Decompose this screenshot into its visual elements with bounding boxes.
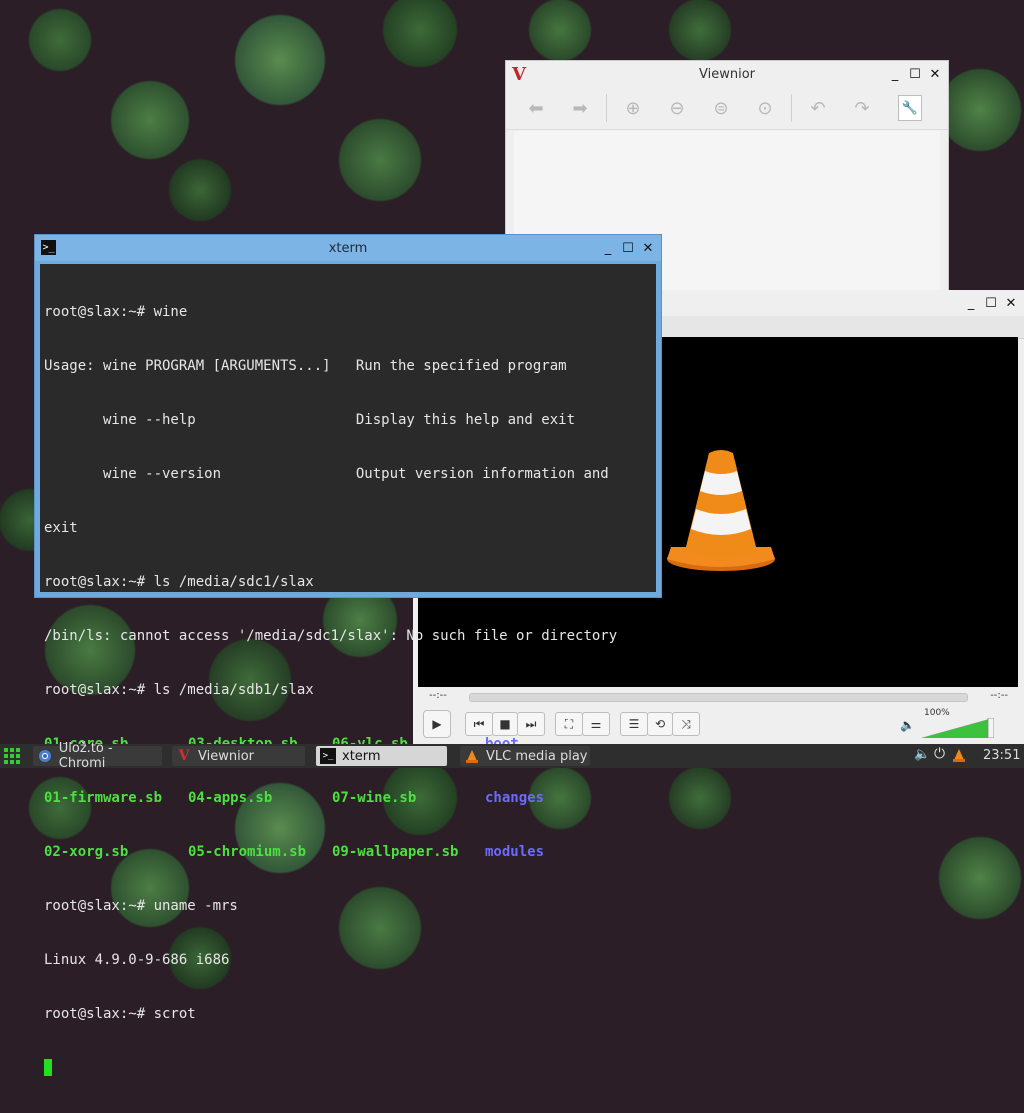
maximize-button[interactable]: ☐ — [984, 296, 998, 311]
terminal-line: exit — [44, 520, 78, 536]
ls-file: 02-xorg.sb — [44, 844, 129, 860]
ls-file: 04-apps.sb — [188, 790, 273, 806]
properties-icon[interactable]: 🔧 — [898, 95, 922, 121]
taskbar-item-label: Viewnior — [198, 748, 254, 764]
close-button[interactable]: ✕ — [928, 67, 942, 82]
terminal-line: Linux 4.9.0-9-686 i686 — [44, 952, 230, 968]
terminal-line: root@slax:~# ls /media/sdc1/slax — [44, 574, 314, 590]
viewnior-title: Viewnior — [699, 66, 755, 82]
viewnior-toolbar: ⬅ ➡ ⊕ ⊖ ⊜ ⊙ ↶ ↷ 🔧 — [506, 87, 948, 130]
terminal-icon: >_ — [41, 240, 56, 255]
terminal-line: /bin/ls: cannot access '/media/sdc1/slax… — [44, 628, 618, 644]
start-menu-icon[interactable] — [4, 748, 20, 764]
minimize-button[interactable]: _ — [888, 67, 902, 82]
ls-file: 07-wine.sb — [332, 790, 417, 806]
minimize-button[interactable]: _ — [964, 296, 978, 311]
viewnior-icon: V — [178, 748, 190, 764]
taskbar-item-chromium[interactable]: Ulož.to - Chromi — [33, 741, 162, 771]
volume-slider[interactable] — [921, 717, 995, 739]
taskbar-item-viewnior[interactable]: V Viewnior — [172, 746, 305, 766]
terminal-cursor — [44, 1059, 52, 1076]
clock: 23:51 — [983, 748, 1021, 763]
taskbar-item-label: xterm — [342, 748, 381, 764]
ls-file: 09-wallpaper.sb — [332, 844, 459, 860]
vlc-tray-icon[interactable] — [952, 748, 966, 766]
taskbar-item-xterm[interactable]: >_ xterm — [316, 746, 447, 766]
volume-icon[interactable]: 🔈 — [900, 718, 915, 732]
zoom-out-icon[interactable]: ⊖ — [659, 92, 695, 124]
ls-file: 05-chromium.sb — [188, 844, 307, 860]
terminal-line: root@slax:~# ls /media/sdb1/slax — [44, 682, 314, 698]
xterm-title: xterm — [328, 240, 368, 256]
zoom-fit-icon[interactable]: ⊙ — [747, 92, 783, 124]
rotate-right-icon[interactable]: ↷ — [844, 92, 880, 124]
ls-row: 01-firmware.sb 04-apps.sb 07-wine.sb change… — [44, 789, 652, 807]
terminal-line: Usage: wine PROGRAM [ARGUMENTS...] Run t… — [44, 358, 567, 374]
minimize-button[interactable]: _ — [601, 241, 615, 256]
terminal-line: wine --help Display this help and exit — [44, 412, 576, 428]
viewnior-titlebar[interactable]: V Viewnior _ ☐ ✕ — [506, 61, 948, 87]
terminal-prompt-line — [44, 1059, 652, 1077]
terminal-line: root@slax:~# scrot — [44, 1006, 196, 1022]
close-button[interactable]: ✕ — [1004, 296, 1018, 311]
back-arrow-icon[interactable]: ⬅ — [518, 92, 554, 124]
xterm-titlebar[interactable]: >_ xterm _ ☐ ✕ — [35, 235, 661, 261]
terminal-line: root@slax:~# wine — [44, 304, 188, 320]
toolbar-separator — [606, 94, 607, 122]
time-total: --:-- — [990, 690, 1008, 701]
terminal-line: wine --version Output version informatio… — [44, 466, 609, 482]
toolbar-separator — [791, 94, 792, 122]
terminal-line: root@slax:~# uname -mrs — [44, 898, 238, 914]
maximize-button[interactable]: ☐ — [908, 67, 922, 82]
taskbar: Ulož.to - Chromi V Viewnior >_ xterm VLC… — [0, 741, 1024, 771]
shuffle-button[interactable]: ⤨ — [672, 712, 700, 736]
maximize-button[interactable]: ☐ — [621, 241, 635, 256]
forward-arrow-icon[interactable]: ➡ — [562, 92, 598, 124]
terminal-icon: >_ — [320, 748, 336, 764]
taskbar-item-label: Ulož.to - Chromi — [58, 741, 113, 771]
rotate-left-icon[interactable]: ↶ — [800, 92, 836, 124]
close-button[interactable]: ✕ — [641, 241, 655, 256]
ls-row: 02-xorg.sb 05-chromium.sb 09-wallpaper.sb m… — [44, 843, 652, 861]
vlc-icon — [464, 748, 480, 764]
zoom-in-icon[interactable]: ⊕ — [615, 92, 651, 124]
xterm-window: >_ xterm _ ☐ ✕ root@slax:~# wine Usage: … — [34, 234, 662, 1076]
volume-tray-icon[interactable]: 🔈 — [914, 747, 930, 762]
ls-dir: modules — [485, 844, 545, 860]
terminal-output[interactable]: root@slax:~# wine Usage: wine PROGRAM [A… — [40, 264, 656, 1076]
ls-file: 01-firmware.sb — [44, 790, 163, 806]
chromium-icon — [37, 748, 53, 764]
viewnior-logo-icon: V — [512, 64, 526, 85]
vlc-cone-icon — [667, 450, 775, 571]
volume-percent: 100% — [924, 708, 950, 718]
ls-dir: changes — [485, 790, 545, 806]
power-tray-icon[interactable]: ⏻ — [934, 746, 945, 762]
taskbar-item-label: VLC media play — [486, 748, 588, 764]
taskbar-item-vlc[interactable]: VLC media play — [460, 746, 590, 766]
zoom-normal-icon[interactable]: ⊜ — [703, 92, 739, 124]
